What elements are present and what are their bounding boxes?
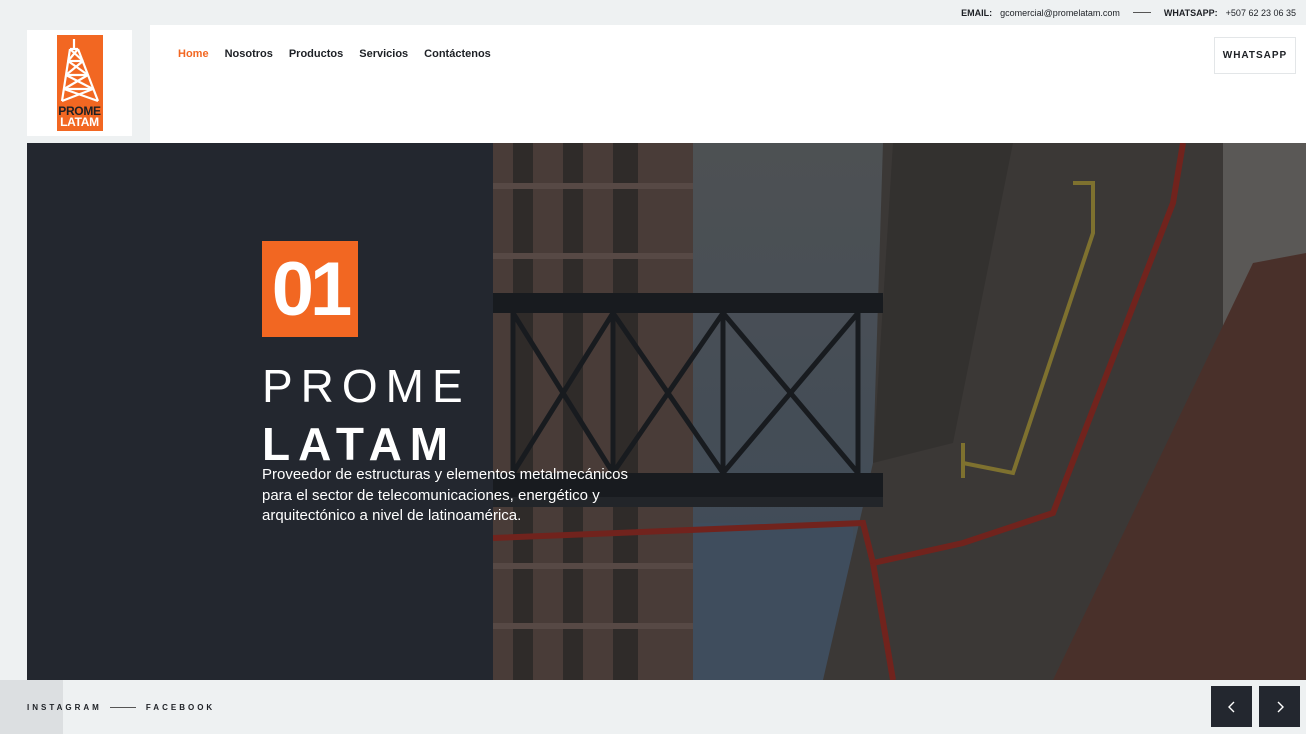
facebook-link[interactable]: FACEBOOK: [146, 703, 215, 712]
slider-controls: [1211, 686, 1300, 727]
chevron-left-icon: [1227, 701, 1234, 712]
tower-icon: [60, 39, 99, 103]
nav-item-contactenos[interactable]: Contáctenos: [424, 48, 491, 60]
main-nav: Home Nosotros Productos Servicios Contác…: [178, 48, 491, 60]
slide-number: 01: [262, 241, 358, 337]
email-label: EMAIL:: [961, 7, 993, 18]
hero-title-line2: LATAM: [262, 418, 457, 470]
slider-footer: INSTAGRAM FACEBOOK: [0, 680, 1306, 734]
instagram-link[interactable]: INSTAGRAM: [27, 703, 102, 712]
hero-description: Proveedor de estructuras y elementos met…: [262, 466, 629, 524]
nav-item-home[interactable]: Home: [178, 48, 209, 60]
contact-bar: EMAIL: gcomercial@promelatam.com WHATSAP…: [961, 0, 1306, 25]
header: Home Nosotros Productos Servicios Contác…: [150, 25, 1306, 143]
nav-item-servicios[interactable]: Servicios: [359, 48, 408, 60]
divider: [109, 707, 136, 708]
nav-item-nosotros[interactable]: Nosotros: [225, 48, 273, 60]
whatsapp-label: WHATSAPP:: [1163, 7, 1218, 18]
social-links: INSTAGRAM FACEBOOK: [27, 703, 215, 712]
hero-slider: 01 PROME LATAM Proveedor de estructuras …: [27, 143, 1306, 680]
next-slide-button[interactable]: [1259, 686, 1300, 727]
whatsapp-link[interactable]: +507 62 23 06 35: [1226, 8, 1296, 18]
logo-text-line2: LATAM: [60, 115, 99, 129]
hero-title-line1: PROME: [262, 360, 471, 412]
chevron-right-icon: [1277, 701, 1284, 712]
email-link[interactable]: gcomercial@promelatam.com: [1000, 8, 1120, 18]
divider: [1132, 12, 1151, 13]
hero-image: [493, 143, 1306, 680]
whatsapp-button[interactable]: WHATSAPP: [1214, 37, 1296, 74]
nav-item-productos[interactable]: Productos: [289, 48, 343, 60]
logo[interactable]: PROME LATAM: [27, 30, 132, 136]
tower-logo: PROME LATAM: [56, 35, 103, 131]
prev-slide-button[interactable]: [1211, 686, 1252, 727]
